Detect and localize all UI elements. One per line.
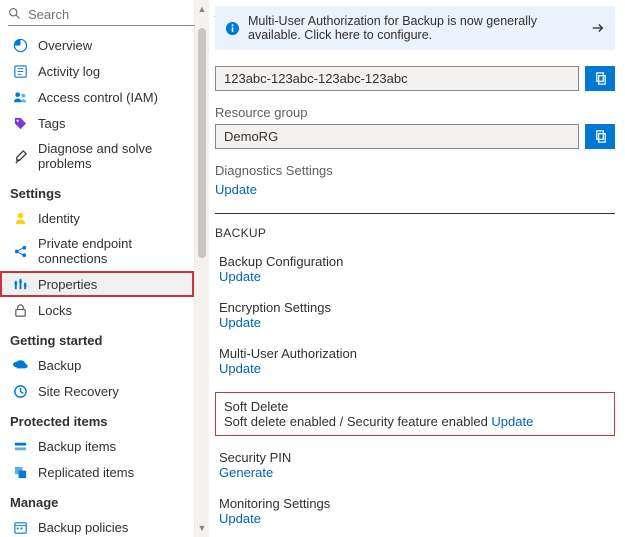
nav-label: Site Recovery <box>38 384 119 399</box>
monitoring-settings-update-link[interactable]: Update <box>219 511 261 526</box>
scroll-down-icon[interactable]: ▼ <box>195 523 209 533</box>
diagnose-icon <box>12 148 28 164</box>
security-pin-title: Security PIN <box>219 450 615 465</box>
resource-group-field[interactable] <box>215 124 579 149</box>
properties-icon <box>12 276 28 292</box>
identity-icon <box>12 210 28 226</box>
private-endpoint-icon <box>12 243 28 259</box>
copy-resource-group-button[interactable] <box>585 124 615 149</box>
overview-icon <box>12 37 28 53</box>
nav-label: Diagnose and solve problems <box>38 141 184 171</box>
section-header-settings: Settings <box>0 176 194 205</box>
search-input[interactable] <box>8 4 206 26</box>
divider <box>215 213 615 214</box>
copy-id-button[interactable] <box>585 66 615 91</box>
diagnostics-label: Diagnostics Settings <box>215 163 615 178</box>
activity-log-icon <box>12 63 28 79</box>
tags-icon <box>12 115 28 131</box>
sidebar-item-tags[interactable]: Tags <box>0 110 194 136</box>
sidebar-item-identity[interactable]: Identity <box>0 205 194 231</box>
nav-label: Private endpoint connections <box>38 236 184 266</box>
content: Multi-User Authorization for Backup is n… <box>209 0 625 537</box>
backup-items-icon <box>12 438 28 454</box>
scrollbar[interactable]: ▲ ▼ <box>195 0 209 537</box>
sidebar-item-backup[interactable]: Backup <box>0 352 194 378</box>
sidebar-item-site-recovery[interactable]: Site Recovery <box>0 378 194 404</box>
locks-icon <box>12 302 28 318</box>
replicated-items-icon <box>12 464 28 480</box>
nav-label: Backup items <box>38 439 116 454</box>
soft-delete-title: Soft Delete <box>224 399 606 414</box>
nav-label: Properties <box>38 277 97 292</box>
backup-configuration-title: Backup Configuration <box>219 254 615 269</box>
nav-label: Identity <box>38 211 80 226</box>
nav-label: Replicated items <box>38 465 134 480</box>
soft-delete-block: Soft Delete Soft delete enabled / Securi… <box>215 392 615 436</box>
encryption-settings-block: Encryption Settings Update <box>215 300 615 330</box>
encryption-settings-title: Encryption Settings <box>219 300 615 315</box>
sidebar-item-overview[interactable]: Overview <box>0 32 194 58</box>
mua-update-link[interactable]: Update <box>219 361 261 376</box>
sidebar-item-activity-log[interactable]: Activity log <box>0 58 194 84</box>
nav-label: Activity log <box>38 64 100 79</box>
section-header-getting-started: Getting started <box>0 323 194 352</box>
backup-configuration-update-link[interactable]: Update <box>219 269 261 284</box>
banner-text: Multi-User Authorization for Backup is n… <box>248 14 583 42</box>
mua-block: Multi-User Authorization Update <box>215 346 615 376</box>
sidebar-item-backup-policies[interactable]: Backup policies <box>0 514 194 537</box>
diagnostics-update-link[interactable]: Update <box>215 182 257 197</box>
id-field-row <box>215 66 615 91</box>
nav-label: Backup policies <box>38 520 128 535</box>
info-icon <box>225 21 240 36</box>
nav-label: Locks <box>38 303 72 318</box>
soft-delete-update-link[interactable]: Update <box>491 414 533 429</box>
sidebar: « Overview Activity log Access control (… <box>0 0 195 537</box>
scroll-thumb[interactable] <box>198 28 206 258</box>
backup-icon <box>12 357 28 373</box>
sidebar-item-access-control[interactable]: Access control (IAM) <box>0 84 194 110</box>
copy-icon <box>593 71 608 86</box>
sidebar-item-properties[interactable]: Properties <box>0 271 194 297</box>
sidebar-item-diagnose[interactable]: Diagnose and solve problems <box>0 136 194 176</box>
backup-configuration-block: Backup Configuration Update <box>215 254 615 284</box>
section-header-manage: Manage <box>0 485 194 514</box>
security-pin-generate-link[interactable]: Generate <box>219 465 273 480</box>
sidebar-item-private-endpoint[interactable]: Private endpoint connections <box>0 231 194 271</box>
mua-title: Multi-User Authorization <box>219 346 615 361</box>
nav-label: Tags <box>38 116 65 131</box>
nav-label: Backup <box>38 358 81 373</box>
site-recovery-icon <box>12 383 28 399</box>
arrow-right-icon[interactable] <box>591 21 605 35</box>
sidebar-item-backup-items[interactable]: Backup items <box>0 433 194 459</box>
info-banner[interactable]: Multi-User Authorization for Backup is n… <box>215 6 615 50</box>
security-pin-block: Security PIN Generate <box>215 450 615 480</box>
nav-list: Overview Activity log Access control (IA… <box>0 32 194 537</box>
encryption-settings-update-link[interactable]: Update <box>219 315 261 330</box>
copy-icon <box>593 129 608 144</box>
soft-delete-status: Soft delete enabled / Security feature e… <box>224 414 491 429</box>
nav-label: Overview <box>38 38 92 53</box>
main-panel: ▲ ▼ Multi-User Authorization for Backup … <box>195 0 625 537</box>
section-header-protected: Protected items <box>0 404 194 433</box>
id-field[interactable] <box>215 66 579 91</box>
resource-group-row <box>215 124 615 149</box>
access-control-icon <box>12 89 28 105</box>
backup-section-title: BACKUP <box>215 226 615 240</box>
search-row: « <box>0 0 194 32</box>
backup-policies-icon <box>12 519 28 535</box>
resource-group-label: Resource group <box>215 105 615 120</box>
nav-label: Access control (IAM) <box>38 90 158 105</box>
monitoring-settings-block: Monitoring Settings Update <box>215 496 615 526</box>
sidebar-item-locks[interactable]: Locks <box>0 297 194 323</box>
monitoring-settings-title: Monitoring Settings <box>219 496 615 511</box>
scroll-up-icon[interactable]: ▲ <box>195 4 209 14</box>
sidebar-item-replicated-items[interactable]: Replicated items <box>0 459 194 485</box>
search-icon <box>8 7 21 20</box>
